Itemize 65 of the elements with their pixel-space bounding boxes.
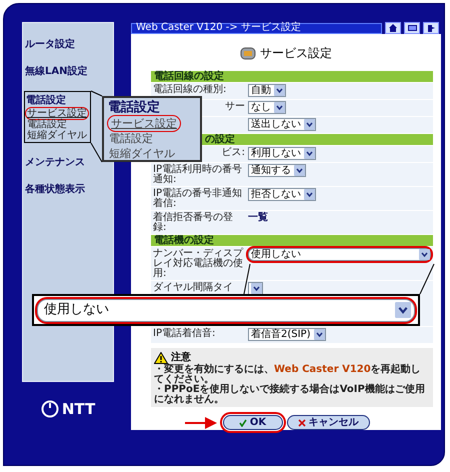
notice-title: 注意	[171, 350, 191, 363]
sidebar-item[interactable]: 無線LAN設定	[25, 64, 88, 79]
chevron-down-icon	[251, 283, 262, 294]
sidebar-subitem[interactable]: 短縮ダイヤル	[26, 130, 88, 141]
notice-text: ・PPPoEを使用しないで接続する場合はVoIP機能はご使用になれません。	[154, 385, 426, 405]
chevron-down-icon	[395, 302, 411, 318]
field-label: IP電話の番号非通知着信:	[153, 188, 243, 209]
monitor-icon	[408, 24, 416, 32]
sidebar-item[interactable]: 電話設定	[26, 93, 66, 108]
page-title: サービス設定	[260, 45, 332, 62]
sidebar-subitem[interactable]: サービス設定	[26, 108, 88, 119]
select-field[interactable]: 通知する	[248, 164, 306, 177]
logo-text: NTT	[62, 399, 96, 420]
chevron-down-icon	[304, 148, 315, 159]
chevron-down-icon	[274, 102, 285, 113]
field-label: ビス:	[222, 147, 245, 158]
exit-button[interactable]	[423, 22, 439, 34]
field-label: 電話回線の種別:	[153, 84, 226, 95]
callout-title: 電話設定	[108, 100, 160, 116]
arrow-icon	[184, 417, 216, 429]
section-header: 電話回線の設定	[154, 72, 224, 82]
select-field[interactable]: 使用しない	[248, 248, 431, 261]
select-field-zoomed: 使用しない	[37, 298, 415, 322]
field-label: ダイヤル間隔タイ	[153, 282, 233, 293]
select-field[interactable]	[248, 282, 263, 295]
field-label: ナンバー・ディスプレイ対応電話機の使用:	[153, 248, 244, 279]
callout-item: 電話設定	[108, 131, 154, 146]
field-label: IP電話利用時の番号通知:	[153, 164, 243, 185]
door-icon	[427, 24, 435, 32]
check-icon	[238, 418, 247, 426]
chevron-down-icon	[304, 189, 315, 200]
notice-text: ・変更を有効にするには、Web Caster V120を再起動してください。	[154, 365, 421, 385]
chevron-down-icon	[314, 329, 324, 340]
logo-icon	[40, 400, 59, 418]
sidebar-item[interactable]: 各種状態表示	[25, 182, 85, 197]
sidebar-subitem[interactable]: 電話設定	[26, 119, 68, 130]
chevron-down-icon	[304, 119, 315, 130]
phone-icon	[240, 46, 256, 60]
window-title: Web Caster V120 -> サービス設定	[135, 23, 301, 33]
select-field[interactable]: 着信音2(SIP)	[248, 328, 326, 341]
chevron-down-icon	[294, 165, 305, 176]
select-field[interactable]: 自動	[248, 84, 286, 97]
select-field[interactable]: 利用しない	[248, 147, 316, 160]
home-button[interactable]	[385, 22, 401, 34]
callout-item: サービス設定	[108, 116, 180, 131]
field-label: 着信拒否番号の登録:	[153, 212, 234, 233]
home-icon	[389, 24, 397, 32]
select-field[interactable]: 送出しない	[248, 118, 316, 131]
callout-item: 短縮ダイヤル	[108, 146, 176, 161]
chevron-down-icon	[419, 249, 430, 260]
monitor-button[interactable]	[404, 22, 420, 34]
select-field[interactable]: なし	[248, 101, 286, 114]
cancel-button[interactable]: キャンセル	[286, 415, 370, 430]
section-header: の設定	[205, 134, 235, 144]
ok-button[interactable]: OK	[222, 415, 282, 430]
field-label: IP電話着信音:	[153, 328, 216, 339]
warning-icon	[154, 352, 168, 364]
sidebar-item[interactable]: メンテナンス	[25, 155, 85, 170]
list-link[interactable]: 一覧	[248, 212, 268, 224]
chevron-down-icon	[274, 85, 285, 96]
section-header: 電話機の設定	[154, 236, 214, 246]
sidebar-item[interactable]: ルータ設定	[25, 37, 75, 52]
cross-icon	[298, 418, 306, 426]
select-field[interactable]: 拒否しない	[248, 188, 316, 201]
field-label: サー	[225, 101, 245, 112]
